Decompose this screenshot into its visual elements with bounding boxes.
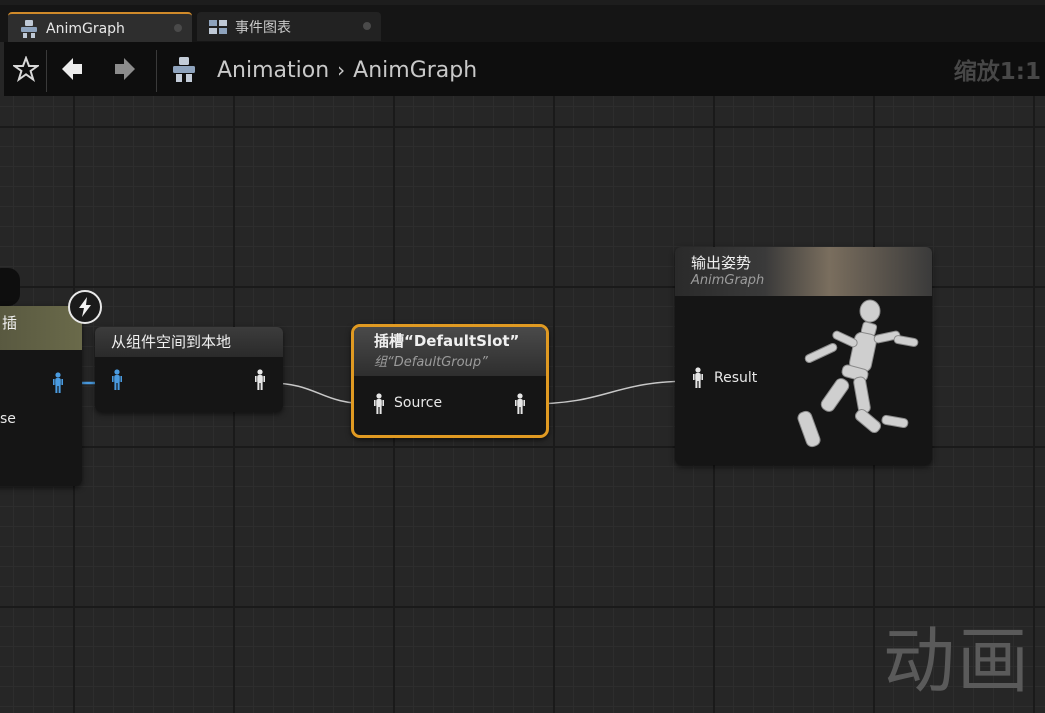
node-title: 输出姿势 xyxy=(691,254,752,272)
node-subtitle: 组“DefaultGroup” xyxy=(374,355,488,370)
tab-close-icon[interactable] xyxy=(363,22,371,30)
partial-node-header-tab[interactable] xyxy=(0,268,20,306)
pose-pin-output-icon[interactable] xyxy=(514,393,526,415)
pose-pin-output-icon[interactable] xyxy=(52,372,64,394)
tab-close-icon[interactable] xyxy=(174,24,182,32)
graph-toolbar: Animation › AnimGraph 缩放1:1 xyxy=(4,42,1045,96)
graph-type-watermark: 动画 xyxy=(882,619,1031,703)
toolbar-separator xyxy=(46,50,47,92)
node-output-pose[interactable]: 输出姿势 AnimGraph Result xyxy=(675,247,932,465)
pose-pin-input-icon[interactable] xyxy=(111,369,123,391)
node-title: 从组件空间到本地 xyxy=(111,333,232,351)
tab-label: 事件图表 xyxy=(235,19,291,36)
favorite-star-icon[interactable] xyxy=(8,50,44,88)
forward-arrow-icon[interactable] xyxy=(107,50,143,88)
anim-graph-icon xyxy=(18,19,40,38)
back-arrow-icon[interactable] xyxy=(54,50,90,88)
node-title: 插槽“DefaultSlot” xyxy=(374,332,520,350)
tab-label: AnimGraph xyxy=(46,20,125,37)
pin-label-source: Source xyxy=(394,395,443,411)
running-mannequin-icon xyxy=(797,299,919,448)
tab-bar-top-strip xyxy=(0,0,1045,5)
pin-label: se xyxy=(0,411,16,427)
breadcrumb-root[interactable]: Animation xyxy=(217,58,329,83)
event-graph-icon xyxy=(207,18,229,36)
breadcrumb: Animation › AnimGraph xyxy=(217,55,477,85)
pose-pin-input-icon[interactable] xyxy=(692,367,704,389)
graph-canvas[interactable]: 插 se 从组件空间到本地 插槽“DefaultSlot” 组“DefaultG… xyxy=(0,96,1045,713)
tab-event-graph[interactable]: 事件图表 xyxy=(197,12,381,41)
pose-pin-output-icon[interactable] xyxy=(254,369,266,391)
zoom-level: 缩放1:1 xyxy=(953,59,1041,85)
node-title: 插 xyxy=(2,314,18,332)
anim-blueprint-icon xyxy=(166,50,202,88)
toolbar-separator xyxy=(156,50,157,92)
tab-bar: AnimGraph 事件图表 xyxy=(0,0,1045,43)
node-default-slot[interactable]: 插槽“DefaultSlot” 组“DefaultGroup” Source xyxy=(351,324,549,438)
pin-label-result: Result xyxy=(714,370,758,386)
node-subtitle: AnimGraph xyxy=(691,273,765,288)
lightning-icon xyxy=(68,290,102,324)
breadcrumb-current[interactable]: AnimGraph xyxy=(353,58,477,83)
pose-pin-input-icon[interactable] xyxy=(373,393,385,415)
node-partial-left[interactable]: 插 se xyxy=(0,306,82,486)
breadcrumb-chevron-icon: › xyxy=(337,58,346,82)
tab-animgraph[interactable]: AnimGraph xyxy=(8,12,192,43)
node-component-to-local[interactable]: 从组件空间到本地 xyxy=(95,327,283,412)
